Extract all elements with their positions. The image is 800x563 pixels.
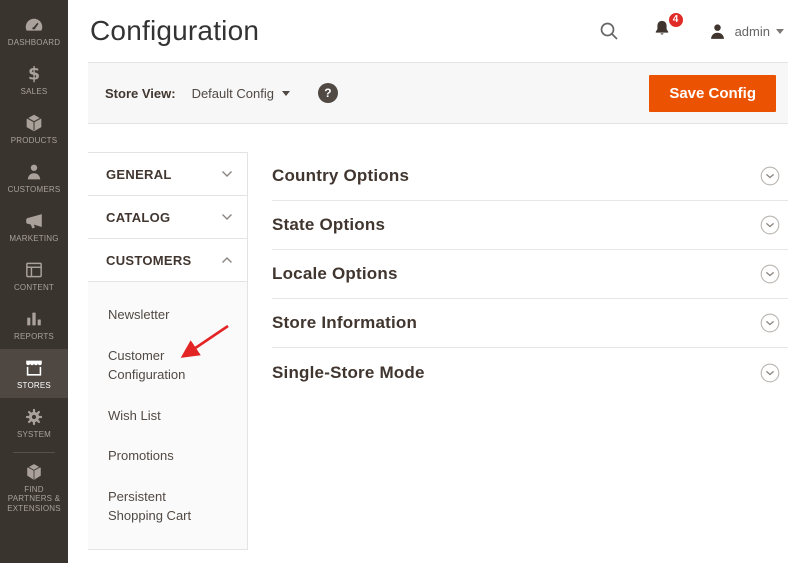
config-nav: GENERAL CATALOG CUSTOMERS Newsletter Cus… bbox=[88, 152, 248, 550]
store-view-toolbar: Store View: Default Config ? Save Config bbox=[88, 62, 788, 124]
config-nav-item-wish-list[interactable]: Wish List bbox=[88, 396, 247, 437]
find-partners-icon bbox=[23, 461, 45, 483]
chevron-down-icon bbox=[222, 214, 232, 220]
sidebar-item-label: SALES bbox=[20, 86, 48, 96]
header-actions: 4 admin bbox=[597, 11, 784, 45]
page-header: Configuration 4 admin bbox=[68, 0, 800, 62]
sidebar-item-stores[interactable]: STORES bbox=[0, 349, 68, 398]
sidebar-item-customers[interactable]: CUSTOMERS bbox=[0, 153, 68, 202]
main-area: Configuration 4 admin Store View: Defaul… bbox=[68, 0, 800, 563]
chevron-down-circle-icon bbox=[760, 215, 780, 235]
magento-admin-configuration-page: DASHBOARD $ SALES PRODUCTS CUSTOMERS MAR… bbox=[0, 0, 800, 563]
settings-accordion: Country Options State Options Locale Opt… bbox=[272, 152, 788, 397]
sidebar-item-label: SYSTEM bbox=[16, 429, 52, 439]
section-label: GENERAL bbox=[106, 166, 172, 182]
accordion-section-country-options[interactable]: Country Options bbox=[272, 152, 788, 201]
accordion-title: Single-Store Mode bbox=[272, 362, 425, 382]
sidebar-item-marketing[interactable]: MARKETING bbox=[0, 202, 68, 251]
admin-sidebar: DASHBOARD $ SALES PRODUCTS CUSTOMERS MAR… bbox=[0, 0, 68, 563]
chevron-down-circle-icon bbox=[760, 166, 780, 186]
chevron-down-icon bbox=[281, 90, 290, 96]
chevron-down-circle-icon bbox=[760, 264, 780, 284]
reports-icon bbox=[23, 308, 45, 330]
sidebar-item-content[interactable]: CONTENT bbox=[0, 251, 68, 300]
svg-text:$: $ bbox=[28, 64, 40, 84]
store-view-switcher[interactable]: Default Config bbox=[192, 86, 290, 101]
accordion-section-state-options[interactable]: State Options bbox=[272, 201, 788, 250]
sidebar-item-label: PRODUCTS bbox=[10, 135, 58, 145]
section-label: CUSTOMERS bbox=[106, 252, 192, 268]
sales-icon: $ bbox=[23, 63, 45, 85]
notifications-bell-icon[interactable]: 4 bbox=[651, 11, 684, 45]
sidebar-item-label: DASHBOARD bbox=[7, 37, 61, 47]
sidebar-item-label: REPORTS bbox=[14, 331, 54, 341]
config-nav-item-newsletter[interactable]: Newsletter bbox=[88, 295, 247, 336]
stores-icon bbox=[23, 357, 45, 379]
config-nav-item-customer-configuration[interactable]: Customer Configuration bbox=[88, 336, 206, 396]
customers-submenu: Newsletter Customer Configuration Wish L… bbox=[88, 282, 247, 550]
user-name: admin bbox=[734, 23, 770, 39]
user-icon bbox=[710, 23, 724, 39]
page-title: Configuration bbox=[90, 15, 260, 46]
accordion-section-locale-options[interactable]: Locale Options bbox=[272, 250, 788, 299]
products-icon bbox=[23, 112, 45, 134]
accordion-title: State Options bbox=[272, 215, 386, 234]
save-config-button[interactable]: Save Config bbox=[649, 74, 776, 112]
config-nav-item-persistent-shopping-cart[interactable]: Persistent Shopping Cart bbox=[88, 477, 238, 537]
admin-user-menu[interactable]: admin bbox=[707, 21, 784, 42]
accordion-title: Locale Options bbox=[272, 264, 398, 283]
search-icon[interactable] bbox=[597, 19, 621, 43]
store-view-label: Store View: bbox=[105, 85, 176, 101]
config-nav-section-catalog[interactable]: CATALOG bbox=[88, 196, 247, 239]
sidebar-item-label: FIND PARTNERS & EXTENSIONS bbox=[7, 485, 61, 513]
sidebar-item-label: CUSTOMERS bbox=[7, 184, 61, 194]
config-nav-item-promotions[interactable]: Promotions bbox=[88, 436, 247, 477]
sidebar-divider bbox=[13, 452, 55, 453]
sidebar-item-reports[interactable]: REPORTS bbox=[0, 300, 68, 349]
store-view-value: Default Config bbox=[191, 85, 274, 101]
sidebar-item-label: CONTENT bbox=[13, 282, 55, 292]
sidebar-item-label: STORES bbox=[17, 380, 51, 390]
content-icon bbox=[23, 259, 45, 281]
config-nav-section-customers[interactable]: CUSTOMERS bbox=[88, 239, 247, 282]
accordion-title: Country Options bbox=[272, 166, 410, 185]
accordion-section-single-store-mode[interactable]: Single-Store Mode bbox=[272, 348, 788, 397]
chevron-up-icon bbox=[222, 257, 232, 263]
chevron-down-circle-icon bbox=[760, 363, 780, 382]
marketing-icon bbox=[23, 210, 45, 232]
sidebar-item-sales[interactable]: $ SALES bbox=[0, 55, 68, 104]
chevron-down-icon bbox=[222, 171, 232, 177]
sidebar-item-dashboard[interactable]: DASHBOARD bbox=[0, 6, 68, 55]
sidebar-item-products[interactable]: PRODUCTS bbox=[0, 104, 68, 153]
dashboard-icon bbox=[23, 14, 45, 36]
accordion-title: Store Information bbox=[272, 313, 418, 332]
sidebar-item-label: MARKETING bbox=[9, 233, 59, 243]
sidebar-item-find-partners[interactable]: FIND PARTNERS & EXTENSIONS bbox=[0, 458, 68, 516]
notification-count-badge[interactable]: 4 bbox=[667, 11, 684, 28]
customers-icon bbox=[23, 161, 45, 183]
system-icon bbox=[23, 406, 45, 428]
chevron-down-icon bbox=[776, 28, 784, 34]
accordion-section-store-information[interactable]: Store Information bbox=[272, 299, 788, 348]
sidebar-item-system[interactable]: SYSTEM bbox=[0, 398, 68, 447]
chevron-down-circle-icon bbox=[760, 313, 780, 333]
section-label: CATALOG bbox=[106, 209, 171, 225]
config-nav-section-general[interactable]: GENERAL bbox=[88, 153, 247, 196]
content: GENERAL CATALOG CUSTOMERS Newsletter Cus… bbox=[88, 152, 788, 563]
help-icon[interactable]: ? bbox=[317, 83, 338, 103]
